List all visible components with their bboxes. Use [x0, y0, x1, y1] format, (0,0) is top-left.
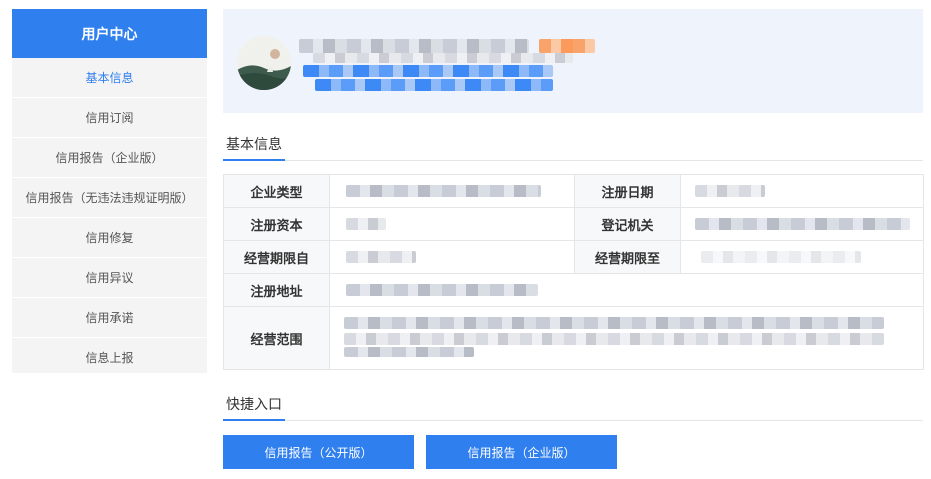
period-to-value: [680, 240, 924, 274]
address-value: [329, 273, 924, 307]
period-from-value: [329, 240, 575, 274]
sidebar: 用户中心 基本信息 信用订阅 信用报告（企业版） 信用报告（无违法违规证明版） …: [12, 9, 207, 378]
period-from-label: 经营期限自: [223, 240, 330, 274]
authority-label: 登记机关: [574, 207, 681, 241]
basic-info-title: 基本信息: [223, 136, 285, 161]
table-row: 企业类型 注册日期: [223, 174, 924, 208]
authority-value: [680, 207, 924, 241]
company-link2-redacted: [315, 79, 553, 91]
register-capital-label: 注册资本: [223, 207, 330, 241]
sidebar-item-credit-subscription[interactable]: 信用订阅: [12, 98, 207, 138]
company-name-redacted: [299, 39, 529, 53]
company-type-value: [329, 174, 575, 208]
period-to-label: 经营期限至: [574, 240, 681, 274]
register-date-label: 注册日期: [574, 174, 681, 208]
table-row: 经营期限自 经营期限至: [223, 240, 924, 274]
sidebar-title: 用户中心: [12, 9, 207, 58]
table-row: 注册资本 登记机关: [223, 207, 924, 241]
table-row: 经营范围: [223, 306, 924, 370]
sidebar-item-credit-report-enterprise[interactable]: 信用报告（企业版）: [12, 138, 207, 178]
company-subtitle-redacted: [313, 53, 573, 63]
avatar-landscape-icon: [237, 36, 291, 90]
scope-value: [329, 306, 924, 370]
scope-label: 经营范围: [223, 306, 330, 370]
sidebar-menu: 基本信息 信用订阅 信用报告（企业版） 信用报告（无违法违规证明版） 信用修复 …: [12, 58, 207, 378]
sidebar-item-info-report[interactable]: 信息上报: [12, 338, 207, 378]
basic-info-table: 企业类型 注册日期 注册资本 登记机关 经营期限自 经营期限至 注册地址 经营范…: [223, 174, 924, 370]
register-capital-value: [329, 207, 575, 241]
basic-info-heading: 基本信息: [223, 134, 923, 161]
company-link-redacted: [303, 65, 553, 77]
profile-banner: [223, 9, 923, 113]
avatar: [237, 36, 291, 90]
company-type-label: 企业类型: [223, 174, 330, 208]
sidebar-item-credit-repair[interactable]: 信用修复: [12, 218, 207, 258]
address-label: 注册地址: [223, 273, 330, 307]
quick-access-heading: 快捷入口: [223, 394, 923, 421]
sidebar-item-credit-commitment[interactable]: 信用承诺: [12, 298, 207, 338]
table-row: 注册地址: [223, 273, 924, 307]
sidebar-item-credit-report-no-violation[interactable]: 信用报告（无违法违规证明版）: [12, 178, 207, 218]
register-date-value: [680, 174, 924, 208]
sidebar-item-credit-objection[interactable]: 信用异议: [12, 258, 207, 298]
status-badge-redacted: [539, 39, 595, 53]
credit-report-enterprise-button[interactable]: 信用报告（企业版）: [426, 435, 617, 469]
sidebar-item-basic-info[interactable]: 基本信息: [12, 58, 207, 98]
quick-access-title: 快捷入口: [223, 396, 285, 421]
credit-report-public-button[interactable]: 信用报告（公开版）: [223, 435, 414, 469]
